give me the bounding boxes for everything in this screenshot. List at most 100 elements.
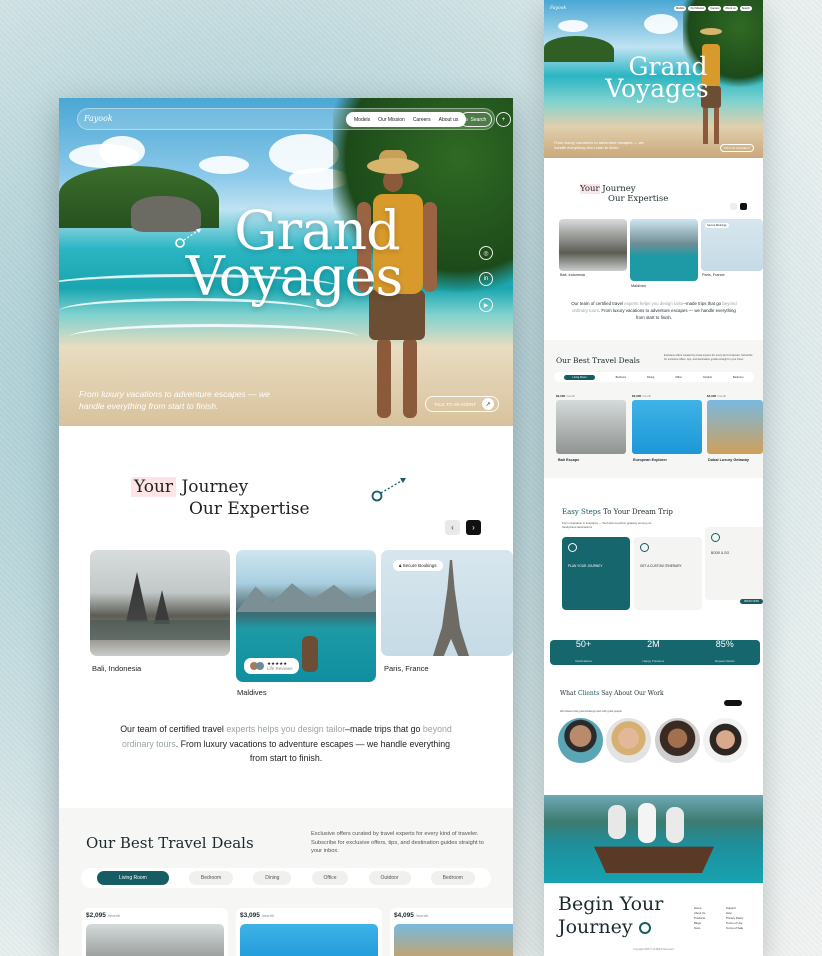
stat-label: Repeat Clients [714, 658, 735, 663]
destination-card-bali[interactable] [90, 550, 230, 656]
nav-link-about[interactable]: About us [439, 117, 459, 123]
avatar [256, 662, 264, 670]
footer-link[interactable]: Terms of Sale [726, 926, 743, 931]
deal-card[interactable]: $3,095 /month [236, 908, 382, 956]
brand-logo[interactable]: Fayook [550, 6, 566, 11]
destination-card-paris[interactable]: 🔒︎ Secure Bookings [381, 550, 513, 656]
destination-card-maldives[interactable]: ★★★★★ Life Reviews [236, 550, 376, 682]
deals-subtitle: Exclusive offers curated by travel exper… [311, 831, 484, 854]
price-unit: /month [261, 913, 274, 918]
chevron-right-icon: › [472, 523, 475, 532]
step-card[interactable]: GET A CUSTOM ITINERARY [634, 537, 702, 610]
destination-card-maldives[interactable] [630, 219, 698, 281]
step-card[interactable]: PLAN YOUR JOURNEY [562, 537, 630, 610]
destination-label: Paris, France [702, 273, 725, 277]
deal-card-image[interactable] [632, 400, 702, 454]
deal-card[interactable]: $2,095 /month [82, 908, 228, 956]
search-label: Search [470, 116, 487, 123]
side-hero: Fayook Models Our Mission Careers About … [544, 0, 763, 158]
deals-section: Our Best Travel Deals Exclusive offers c… [59, 808, 513, 956]
book-now-button[interactable]: BOOK NOW [740, 599, 763, 604]
nav-link-models[interactable]: Models [674, 6, 687, 11]
carousel-next-button[interactable]: › [466, 520, 481, 535]
deals-title: Our Best Travel Deals [86, 834, 254, 852]
stat: 85% Repeat Clients [715, 639, 735, 667]
carousel-toggle[interactable] [724, 700, 742, 706]
side-nav: Models Our Mission Careers About us Sear… [674, 6, 752, 11]
stat-value: 85% [715, 638, 734, 649]
steps-title-rest: To Your Dream Trip [600, 508, 673, 516]
deals-title: Our Best Travel Deals [556, 356, 640, 365]
youtube-icon[interactable]: ▶ [479, 298, 493, 312]
tab-dining[interactable]: Dining [253, 871, 292, 885]
chevron-left-icon: ‹ [451, 523, 454, 532]
plus-icon: + [501, 116, 506, 123]
talk-to-agent-button[interactable]: TALK TO AN AGENT [720, 144, 755, 152]
desc-muted: experts helps you design tailor [624, 301, 684, 306]
destination-card-paris[interactable]: Secure Bookings [701, 219, 763, 271]
desc-text: –made trips that go [683, 301, 723, 306]
linkedin-icon[interactable]: in [479, 272, 493, 286]
nav-link-careers[interactable]: Careers [708, 6, 722, 11]
avatar [655, 718, 700, 763]
search-button[interactable]: Search [739, 6, 752, 11]
deal-card-image[interactable] [556, 400, 626, 454]
side-hero-title: Grand Voyages [592, 54, 722, 101]
tab-bedroom[interactable]: Bedroom [616, 376, 627, 379]
search-button[interactable]: ⌕ Search [460, 112, 492, 127]
price-unit: /month [566, 394, 576, 398]
footer-links-a: Home About Us Products Blogs Docs [694, 906, 706, 931]
nav-link-careers[interactable]: Careers [413, 117, 431, 123]
menu-button[interactable]: + [496, 112, 511, 127]
instagram-icon[interactable]: ◎ [479, 246, 493, 260]
tab-living-room[interactable]: Living Room [564, 374, 595, 380]
tab-bedroom-2[interactable]: Bedroom [430, 871, 475, 885]
price-value: $2,095 [556, 394, 566, 398]
tab-outdoor[interactable]: Outdoor [368, 871, 411, 885]
dollar-icon [640, 543, 649, 552]
step-card[interactable]: BOOK & GO BOOK NOW [705, 527, 763, 604]
tab-office[interactable]: Office [311, 871, 349, 885]
tab-outdoor[interactable]: Outdoor [703, 376, 712, 379]
carousel-controls: ‹ › [445, 520, 481, 535]
side-deals-section: Our Best Travel Deals Exclusive offers c… [544, 340, 763, 478]
steps-title: Easy Steps To Your Dream Trip [562, 508, 673, 516]
brand-logo[interactable]: Fayook [84, 114, 113, 123]
desc-text: Our team of certified travel [571, 301, 625, 306]
journey-highlight: Your [131, 477, 177, 497]
hero-section: Fayook Models Our Mission Careers About … [59, 98, 513, 426]
destination-card-bali[interactable] [559, 219, 627, 271]
nav-link-about[interactable]: About us [723, 6, 738, 11]
tab-dining[interactable]: Dining [647, 376, 654, 379]
carousel-prev-button[interactable]: ‹ [445, 520, 460, 535]
nav-link-mission[interactable]: Our Mission [688, 6, 707, 11]
tab-bedroom[interactable]: Bedroom [188, 871, 234, 885]
talk-to-agent-button[interactable]: TALK TO AN AGENT ↗ [425, 396, 500, 412]
deal-card-image[interactable] [707, 400, 763, 454]
stat: 50+ Destinations [575, 639, 592, 667]
carousel-next-button[interactable] [740, 203, 747, 210]
search-icon: ⌕ [465, 116, 469, 123]
nav-link-mission[interactable]: Our Mission [378, 117, 405, 123]
deal-tabs: Living Room Bedroom Dining Office Outdoo… [554, 372, 754, 382]
journey-heading: Your Journey Our Expertise [131, 476, 310, 520]
steps-subtitle: From inspiration to itineraries — We'll … [562, 521, 652, 529]
price-unit: /month [415, 913, 428, 918]
hero-title: Grand Voyages [164, 204, 424, 308]
badge-label: Secure Bookings [402, 563, 437, 568]
hero-title-line2: Voyages [185, 245, 404, 308]
footer-link[interactable]: Docs [694, 926, 706, 931]
nav-link-models[interactable]: Models [354, 117, 370, 123]
tab-office[interactable]: Office [675, 376, 682, 379]
tab-living-room[interactable]: Living Room [97, 871, 169, 885]
avatar [703, 718, 748, 763]
tab-bedroom-2[interactable]: Bedroom [733, 376, 744, 379]
rating-badge: ★★★★★ Life Reviews [244, 658, 299, 674]
steps-title-accent: Easy Steps [562, 508, 601, 516]
carousel-prev-button[interactable] [730, 203, 737, 210]
deal-card[interactable]: $4,095 /month [390, 908, 513, 956]
destination-label: Maldives [631, 284, 646, 288]
footer-title-line2: Journey [558, 916, 663, 939]
heart-icon [711, 533, 720, 542]
destination-label: Bali, Indonesia [560, 273, 585, 277]
